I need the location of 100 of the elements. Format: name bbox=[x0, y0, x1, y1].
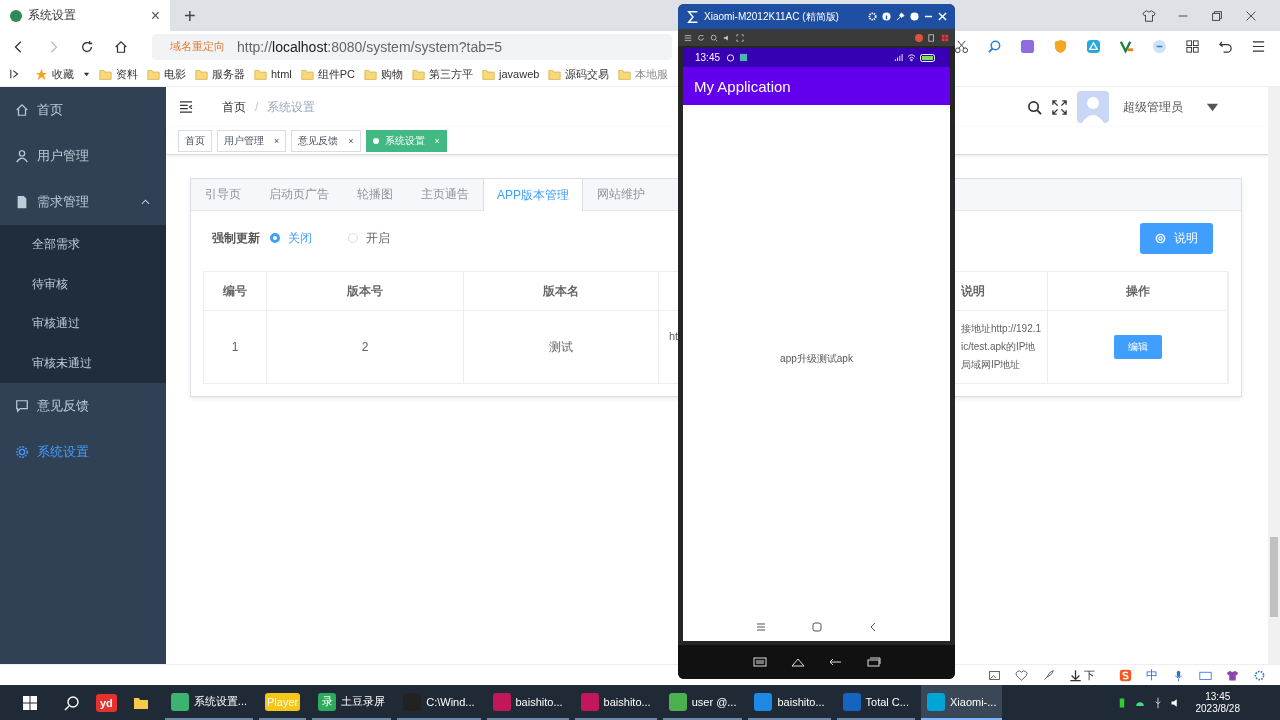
bookmark[interactable]: 收藏 bbox=[35, 66, 74, 82]
breadcrumb-item: 系统设置 bbox=[267, 98, 316, 116]
minus-circle-icon[interactable] bbox=[1152, 39, 1167, 54]
close-icon[interactable] bbox=[938, 12, 947, 21]
page-tag[interactable]: 意见反馈 × bbox=[291, 129, 361, 152]
new-tab-button[interactable]: + bbox=[184, 5, 196, 26]
taskbar-app[interactable]: 系统设置... bbox=[164, 685, 253, 720]
zoom-icon[interactable] bbox=[710, 33, 718, 42]
bookmark[interactable]: 购物 bbox=[364, 66, 404, 82]
sidebar-item[interactable]: 用户管理 bbox=[0, 133, 166, 179]
force-update-label: 强制更新 bbox=[212, 229, 260, 247]
page-tag[interactable]: 首页 bbox=[178, 129, 212, 152]
home-icon[interactable] bbox=[114, 39, 128, 54]
close-tag-button[interactable]: × bbox=[274, 135, 280, 146]
dot-icon bbox=[372, 137, 379, 144]
ime-indicator[interactable]: 中 bbox=[1146, 666, 1158, 684]
shirt-icon[interactable] bbox=[1226, 668, 1239, 682]
pin-icon[interactable] bbox=[896, 12, 905, 21]
undo-icon[interactable] bbox=[1218, 39, 1233, 54]
address-bar[interactable]: 域名重定向 http://localhost:8080/system/system?tab=5 bbox=[152, 33, 672, 60]
close-tag-button[interactable]: × bbox=[348, 135, 354, 146]
sidebar-item[interactable]: 需求管理 bbox=[0, 179, 166, 225]
restore-icon[interactable] bbox=[1210, 8, 1224, 23]
info-icon[interactable] bbox=[882, 12, 891, 21]
submenu-item[interactable]: 审核通过 bbox=[0, 304, 166, 344]
bookmark[interactable]: 电影 bbox=[147, 66, 186, 82]
windows-start-icon[interactable] bbox=[22, 694, 38, 711]
taskbar-app[interactable]: baishito... bbox=[748, 685, 831, 720]
table-cell: 2 bbox=[267, 311, 464, 383]
microphone-icon[interactable] bbox=[1172, 668, 1185, 682]
close-tab-button[interactable]: × bbox=[150, 6, 160, 25]
sidebar-item[interactable]: 系统设置 bbox=[0, 429, 166, 475]
bookmark[interactable]: 组件PC bbox=[300, 66, 356, 82]
folder-icon bbox=[482, 67, 496, 81]
taskbar-app[interactable]: Xiaomi-... bbox=[921, 685, 1003, 720]
alarm-icon bbox=[726, 53, 736, 62]
caret-icon[interactable] bbox=[83, 70, 90, 78]
image-icon[interactable] bbox=[988, 668, 1001, 682]
browser-tab[interactable]: 系统设置 × bbox=[0, 0, 170, 31]
recent-apps-icon[interactable] bbox=[866, 657, 881, 667]
submenu-item[interactable]: 全部需求 bbox=[0, 225, 166, 265]
back-icon[interactable] bbox=[828, 657, 843, 667]
bookmark[interactable]: 源码交易 bbox=[548, 66, 610, 82]
taskbar-app[interactable]: baishito... bbox=[486, 685, 569, 720]
scrollbar[interactable] bbox=[1268, 87, 1280, 664]
user-icon bbox=[15, 149, 29, 163]
menu-icon[interactable] bbox=[1251, 39, 1266, 54]
sidebar-item[interactable]: 首页 bbox=[0, 87, 166, 133]
reload-icon[interactable] bbox=[80, 39, 94, 54]
clock[interactable]: 13:45 2023/8/28 bbox=[1195, 690, 1240, 715]
translate-icon[interactable] bbox=[1020, 39, 1035, 54]
bookmark[interactable]: 第三方平 bbox=[412, 66, 474, 82]
gear-icon bbox=[15, 445, 29, 459]
lifebuoy-icon bbox=[1155, 232, 1166, 244]
bookmark[interactable]: 服务器 bbox=[195, 66, 245, 82]
taskbar-app[interactable]: C:\Wind... bbox=[397, 685, 481, 720]
submenu-item[interactable]: 待审核 bbox=[0, 264, 166, 304]
folder-icon bbox=[99, 67, 112, 81]
breadcrumb-item[interactable]: 首页 bbox=[222, 98, 246, 116]
page-tag[interactable]: 用户管理 × bbox=[217, 129, 287, 152]
column-header: 版本号 bbox=[267, 272, 464, 311]
user-name[interactable]: 超级管理员 bbox=[1123, 98, 1183, 116]
bookmark[interactable]: html bbox=[254, 67, 292, 81]
radio-option[interactable]: 开启 bbox=[348, 229, 390, 247]
heart-icon[interactable] bbox=[1015, 668, 1028, 682]
shirt-icon[interactable] bbox=[1142, 8, 1156, 23]
volume-icon[interactable] bbox=[723, 33, 731, 42]
rocket-icon[interactable] bbox=[1042, 668, 1055, 682]
bookmark[interactable]: 本地服 bbox=[618, 66, 669, 82]
folder-icon bbox=[254, 67, 267, 81]
grid-icon[interactable] bbox=[1185, 39, 1200, 54]
search-icon[interactable] bbox=[64, 694, 80, 711]
bookmark[interactable]: 资料 bbox=[99, 66, 138, 82]
taskbar-app[interactable]: baishito... bbox=[574, 685, 657, 720]
download-button[interactable]: 下 bbox=[1069, 667, 1095, 683]
search-icon[interactable] bbox=[1027, 99, 1042, 115]
scissors-icon[interactable] bbox=[954, 39, 969, 54]
taskbar-app[interactable]: Total C... bbox=[836, 685, 915, 720]
exit-icon[interactable] bbox=[928, 33, 936, 42]
gear-icon[interactable] bbox=[1253, 668, 1266, 682]
sidebar-toggle-icon[interactable] bbox=[10, 69, 20, 79]
settings-icon[interactable] bbox=[868, 12, 877, 21]
message-text: app升级测试apk bbox=[780, 352, 853, 366]
fullscreen-icon[interactable] bbox=[1052, 99, 1067, 115]
bookmark[interactable]: javaweb bbox=[482, 67, 540, 81]
list-icon[interactable] bbox=[684, 33, 692, 42]
table-cell-text: 接地址http://192.1 ic/test.apk的IP地 局域网IP地址 bbox=[961, 322, 1042, 372]
share-icon[interactable] bbox=[915, 33, 923, 42]
menu-fold-icon[interactable] bbox=[179, 101, 193, 113]
home-square-icon[interactable] bbox=[811, 622, 822, 632]
submenu-item[interactable]: 审核未通过 bbox=[0, 343, 166, 383]
taskbar-app[interactable]: 录 土豆录屏 bbox=[312, 685, 392, 720]
taskbar-app[interactable]: user @... bbox=[662, 685, 743, 720]
sidebar-item[interactable]: 意见反馈 bbox=[0, 383, 166, 429]
app-logo[interactable]: yd bbox=[96, 693, 117, 712]
signal-icon bbox=[894, 53, 903, 62]
sogou-icon[interactable] bbox=[1119, 668, 1132, 682]
v-logo-icon[interactable] bbox=[1119, 39, 1134, 54]
rotate-icon[interactable] bbox=[697, 33, 705, 42]
wifi-icon bbox=[907, 53, 916, 62]
